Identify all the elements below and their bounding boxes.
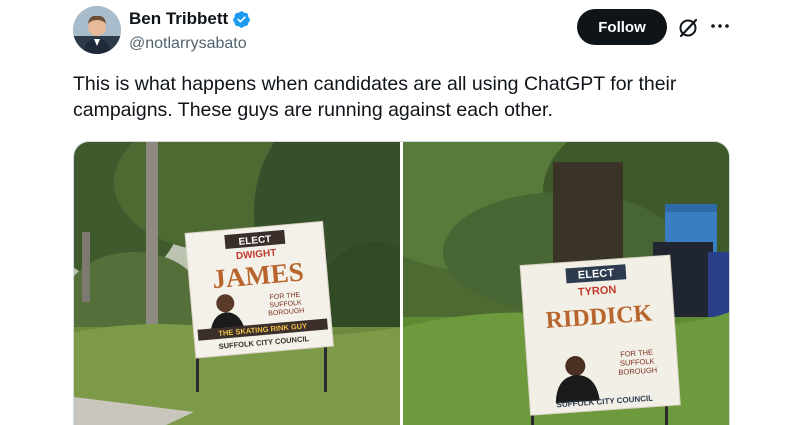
author-name-row: Ben Tribbett	[129, 9, 251, 29]
photo-dwight-james-sign[interactable]: ELECT DWIGHT JAMES FOR THE SUFFOLK BOROU…	[74, 142, 400, 425]
grok-icon[interactable]	[676, 16, 700, 40]
author-handle[interactable]: @notlarrysabato	[129, 35, 247, 53]
author-avatar[interactable]	[73, 6, 121, 54]
tweet-text: This is what happens when candidates are…	[73, 73, 677, 121]
follow-button[interactable]: Follow	[577, 9, 667, 45]
photo-tyron-riddick-sign[interactable]: ELECT TYRON RIDDICK FOR THE SUFFOLK BORO…	[403, 142, 729, 425]
author-display-name[interactable]: Ben Tribbett	[129, 9, 228, 29]
right-sign-elect: ELECT	[578, 267, 615, 282]
verified-badge-icon[interactable]	[232, 10, 251, 29]
more-icon[interactable]	[708, 14, 732, 38]
avatar-portrait	[73, 6, 121, 54]
tweet-media: ELECT DWIGHT JAMES FOR THE SUFFOLK BOROU…	[73, 141, 730, 425]
